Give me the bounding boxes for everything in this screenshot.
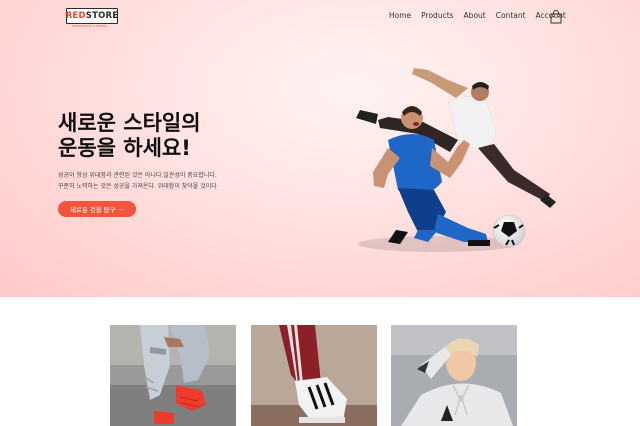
sneakers-legs-image [110,325,236,426]
logo-store-text: STORE [85,10,119,21]
product-card-2[interactable] [251,325,377,426]
explore-button-label: 새로운 것을 탐구 [70,207,116,214]
shopping-bag-icon[interactable] [550,9,562,24]
main-nav: Home Products About Contant Account [389,11,566,20]
logo[interactable]: REDSTORE [66,8,118,24]
product-card-1[interactable] [110,325,236,426]
nav-contant[interactable]: Contant [496,11,526,20]
explore-button[interactable]: 새로운 것을 탐구 → [58,201,136,217]
logo-tagline: SPORTSWEAR & APPAREL [72,25,108,28]
striped-pants-sneakers-image [251,325,377,426]
logo-red-text: RED [65,10,86,21]
hero-headline-line1: 새로운 스타일의 [58,111,201,135]
hero-subtext: 성공이 항상 위대함과 관련된 것은 아니다.일관성이 중요합니다. 꾸준히 노… [58,170,288,192]
arrow-right-icon: → [117,205,124,213]
nav-products[interactable]: Products [421,11,453,20]
hero-headline-line2: 운동을 하세요! [58,136,191,160]
product-card-3[interactable] [391,325,517,426]
woman-hoodie-image [391,325,517,426]
hero-subtext-line1: 성공이 항상 위대함과 관련된 것은 아니다.일관성이 중요합니다. [58,172,217,179]
hero-subtext-line2: 꾸준히 노력하는 것은 성공을 가져온다. 위대함이 찾아올 것이다 [58,183,217,190]
nav-home[interactable]: Home [389,11,411,20]
hero-headline: 새로운 스타일의 운동을 하세요! [58,111,268,161]
nav-about[interactable]: About [464,11,486,20]
soccer-players-image [318,62,558,262]
